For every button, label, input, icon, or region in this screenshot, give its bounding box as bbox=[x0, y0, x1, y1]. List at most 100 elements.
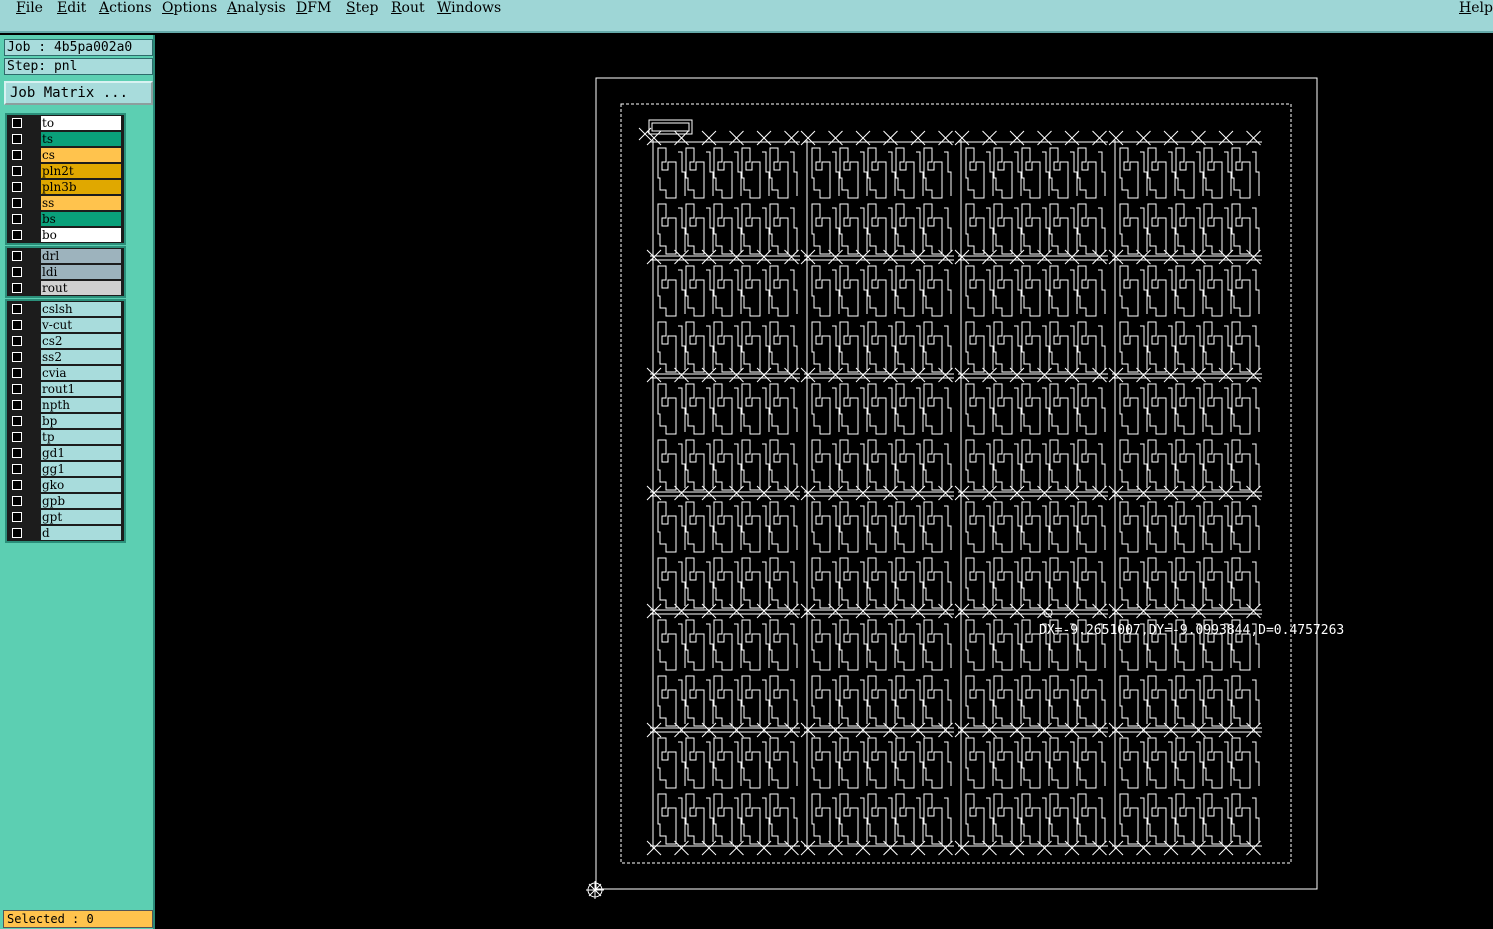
layer-checkbox[interactable] bbox=[12, 150, 22, 160]
layer-checkbox[interactable] bbox=[12, 283, 22, 293]
selected-count-status: Selected : 0 bbox=[3, 910, 153, 928]
measure-readout: DX=-9.2651007,DY=-9.0993844,D=0.4757263 bbox=[1039, 623, 1345, 638]
layer-name[interactable]: ss2 bbox=[41, 350, 121, 364]
layer-checkbox[interactable] bbox=[12, 134, 22, 144]
layer-row-tp[interactable]: tp bbox=[7, 429, 124, 445]
layer-row-npth[interactable]: npth bbox=[7, 397, 124, 413]
step-name: Step: pnl bbox=[4, 58, 153, 75]
menu-options[interactable]: Options bbox=[162, 0, 217, 16]
layer-checkbox[interactable] bbox=[12, 267, 22, 277]
layer-checkbox[interactable] bbox=[12, 416, 22, 426]
layer-name[interactable]: cs2 bbox=[41, 334, 121, 348]
layer-row-rout[interactable]: rout bbox=[7, 280, 124, 296]
menu-actions[interactable]: Actions bbox=[99, 0, 152, 16]
canvas-background bbox=[155, 35, 1493, 929]
layer-name[interactable]: cs bbox=[41, 148, 121, 162]
layer-checkbox[interactable] bbox=[12, 448, 22, 458]
layer-row-pln3b[interactable]: pln3b bbox=[7, 179, 124, 195]
layer-row-gko[interactable]: gko bbox=[7, 477, 124, 493]
layer-name[interactable]: to bbox=[41, 116, 121, 130]
layer-row-to[interactable]: to bbox=[7, 115, 124, 131]
layer-row-bp[interactable]: bp bbox=[7, 413, 124, 429]
menu-rout[interactable]: Rout bbox=[391, 0, 425, 16]
board-layers-list: to ts cs pln2t pln3b ss bs bo bbox=[5, 113, 126, 245]
layer-checkbox[interactable] bbox=[12, 182, 22, 192]
layer-name[interactable]: cvia bbox=[41, 366, 121, 380]
layer-name[interactable]: ldi bbox=[41, 265, 121, 279]
menu-help[interactable]: Help bbox=[1459, 0, 1493, 16]
layer-row-rout1[interactable]: rout1 bbox=[7, 381, 124, 397]
layer-row-cslsh[interactable]: cslsh bbox=[7, 301, 124, 317]
layer-row-bs[interactable]: bs bbox=[7, 211, 124, 227]
layer-name[interactable]: pln2t bbox=[41, 164, 121, 178]
layer-checkbox[interactable] bbox=[12, 384, 22, 394]
layer-name[interactable]: gpt bbox=[41, 510, 121, 524]
misc-layers-list: cslsh v-cut cs2 ss2 cvia rout1 npth bp tp gd1 gg1 g… bbox=[5, 299, 126, 543]
layer-checkbox[interactable] bbox=[12, 368, 22, 378]
layer-name[interactable]: npth bbox=[41, 398, 121, 412]
layer-row-cvia[interactable]: cvia bbox=[7, 365, 124, 381]
layer-checkbox[interactable] bbox=[12, 251, 22, 261]
layer-name[interactable]: rout1 bbox=[41, 382, 121, 396]
job-matrix-button[interactable]: Job Matrix ... bbox=[4, 81, 153, 105]
layer-name[interactable]: tp bbox=[41, 430, 121, 444]
layer-name[interactable]: d bbox=[41, 526, 121, 540]
layer-row-ss2[interactable]: ss2 bbox=[7, 349, 124, 365]
layer-checkbox[interactable] bbox=[12, 336, 22, 346]
layer-name[interactable]: pln3b bbox=[41, 180, 121, 194]
layer-row-cs2[interactable]: cs2 bbox=[7, 333, 124, 349]
job-name: Job : 4b5pa002a0 bbox=[4, 39, 153, 56]
layer-name[interactable]: gko bbox=[41, 478, 121, 492]
layer-checkbox[interactable] bbox=[12, 118, 22, 128]
layer-row-v-cut[interactable]: v-cut bbox=[7, 317, 124, 333]
layer-row-gd1[interactable]: gd1 bbox=[7, 445, 124, 461]
layer-row-ss[interactable]: ss bbox=[7, 195, 124, 211]
layer-checkbox[interactable] bbox=[12, 432, 22, 442]
menu-analysis[interactable]: Analysis bbox=[227, 0, 286, 16]
layer-checkbox[interactable] bbox=[12, 198, 22, 208]
layer-checkbox[interactable] bbox=[12, 352, 22, 362]
layer-row-gpb[interactable]: gpb bbox=[7, 493, 124, 509]
layer-checkbox[interactable] bbox=[12, 464, 22, 474]
layer-row-cs[interactable]: cs bbox=[7, 147, 124, 163]
layer-checkbox[interactable] bbox=[12, 480, 22, 490]
layer-name[interactable]: v-cut bbox=[41, 318, 121, 332]
layer-name[interactable]: bp bbox=[41, 414, 121, 428]
layer-name[interactable]: gg1 bbox=[41, 462, 121, 476]
layer-checkbox[interactable] bbox=[12, 528, 22, 538]
layer-row-ldi[interactable]: ldi bbox=[7, 264, 124, 280]
layer-name[interactable]: cslsh bbox=[41, 302, 121, 316]
graphic-editor-canvas[interactable] bbox=[155, 35, 1493, 929]
layer-row-drl[interactable]: drl bbox=[7, 248, 124, 264]
drill-layers-list: drl ldi rout bbox=[5, 246, 126, 298]
layer-name[interactable]: drl bbox=[41, 249, 121, 263]
layer-row-bo[interactable]: bo bbox=[7, 227, 124, 243]
layer-panel: Job : 4b5pa002a0 Step: pnl Job Matrix ..… bbox=[0, 35, 155, 929]
layer-checkbox[interactable] bbox=[12, 496, 22, 506]
menu-bar: File Edit Actions Options Analysis DFM S… bbox=[0, 0, 1493, 33]
layer-row-gpt[interactable]: gpt bbox=[7, 509, 124, 525]
layer-checkbox[interactable] bbox=[12, 400, 22, 410]
layer-name[interactable]: bs bbox=[41, 212, 121, 226]
layer-checkbox[interactable] bbox=[12, 304, 22, 314]
layer-checkbox[interactable] bbox=[12, 166, 22, 176]
layer-checkbox[interactable] bbox=[12, 320, 22, 330]
menu-dfm[interactable]: DFM bbox=[296, 0, 331, 16]
layer-name[interactable]: bo bbox=[41, 228, 121, 242]
menu-step[interactable]: Step bbox=[346, 0, 378, 16]
layer-name[interactable]: gd1 bbox=[41, 446, 121, 460]
layer-checkbox[interactable] bbox=[12, 214, 22, 224]
layer-row-gg1[interactable]: gg1 bbox=[7, 461, 124, 477]
layer-name[interactable]: ts bbox=[41, 132, 121, 146]
menu-file[interactable]: File bbox=[16, 0, 43, 16]
layer-row-pln2t[interactable]: pln2t bbox=[7, 163, 124, 179]
layer-name[interactable]: ss bbox=[41, 196, 121, 210]
menu-edit[interactable]: Edit bbox=[57, 0, 86, 16]
layer-name[interactable]: gpb bbox=[41, 494, 121, 508]
layer-checkbox[interactable] bbox=[12, 230, 22, 240]
layer-row-d[interactable]: d bbox=[7, 525, 124, 541]
layer-row-ts[interactable]: ts bbox=[7, 131, 124, 147]
layer-name[interactable]: rout bbox=[41, 281, 121, 295]
layer-checkbox[interactable] bbox=[12, 512, 22, 522]
menu-windows[interactable]: Windows bbox=[437, 0, 501, 16]
